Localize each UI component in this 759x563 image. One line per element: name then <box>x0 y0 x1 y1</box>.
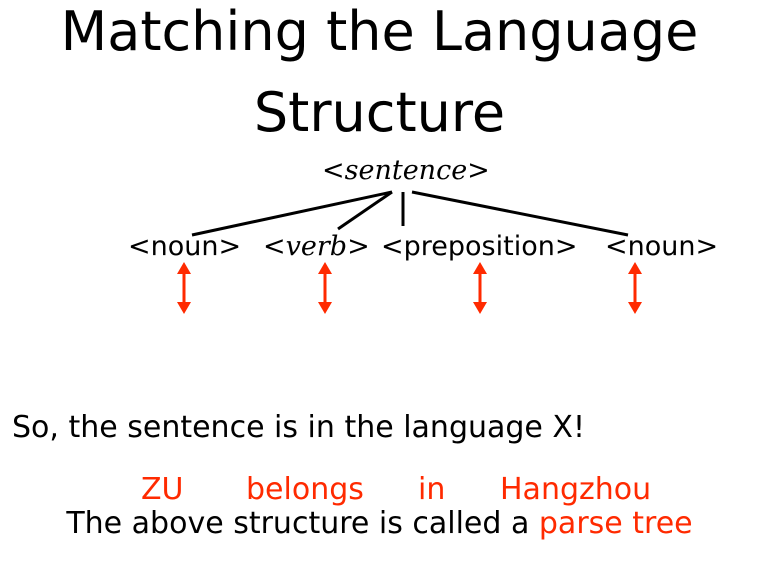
caption-prefix: The above structure is called a <box>66 506 539 541</box>
example-word: belongs <box>246 472 364 507</box>
tree-leaf-verb: <verb> <box>263 231 370 262</box>
double-arrow-icon <box>473 262 487 314</box>
example-word: ZU <box>141 472 184 507</box>
example-word: in <box>418 472 446 507</box>
tree-leaf-preposition: <preposition> <box>381 231 578 262</box>
tree-root-sentence: <sentence> <box>322 155 490 186</box>
caption: The above structure is called a parse tr… <box>0 506 759 541</box>
double-arrow-icon <box>628 262 642 314</box>
double-arrow-icon <box>318 262 332 314</box>
conclusion-text: So, the sentence is in the language X! <box>12 410 586 445</box>
tree-leaf-noun-1: <noun> <box>128 231 242 262</box>
tree-leaf-noun-2: <noun> <box>605 231 719 262</box>
example-word: Hangzhou <box>500 472 652 507</box>
caption-highlight: parse tree <box>538 506 693 541</box>
edge-to-noun-2 <box>411 190 629 237</box>
double-arrow-icon <box>177 262 191 314</box>
